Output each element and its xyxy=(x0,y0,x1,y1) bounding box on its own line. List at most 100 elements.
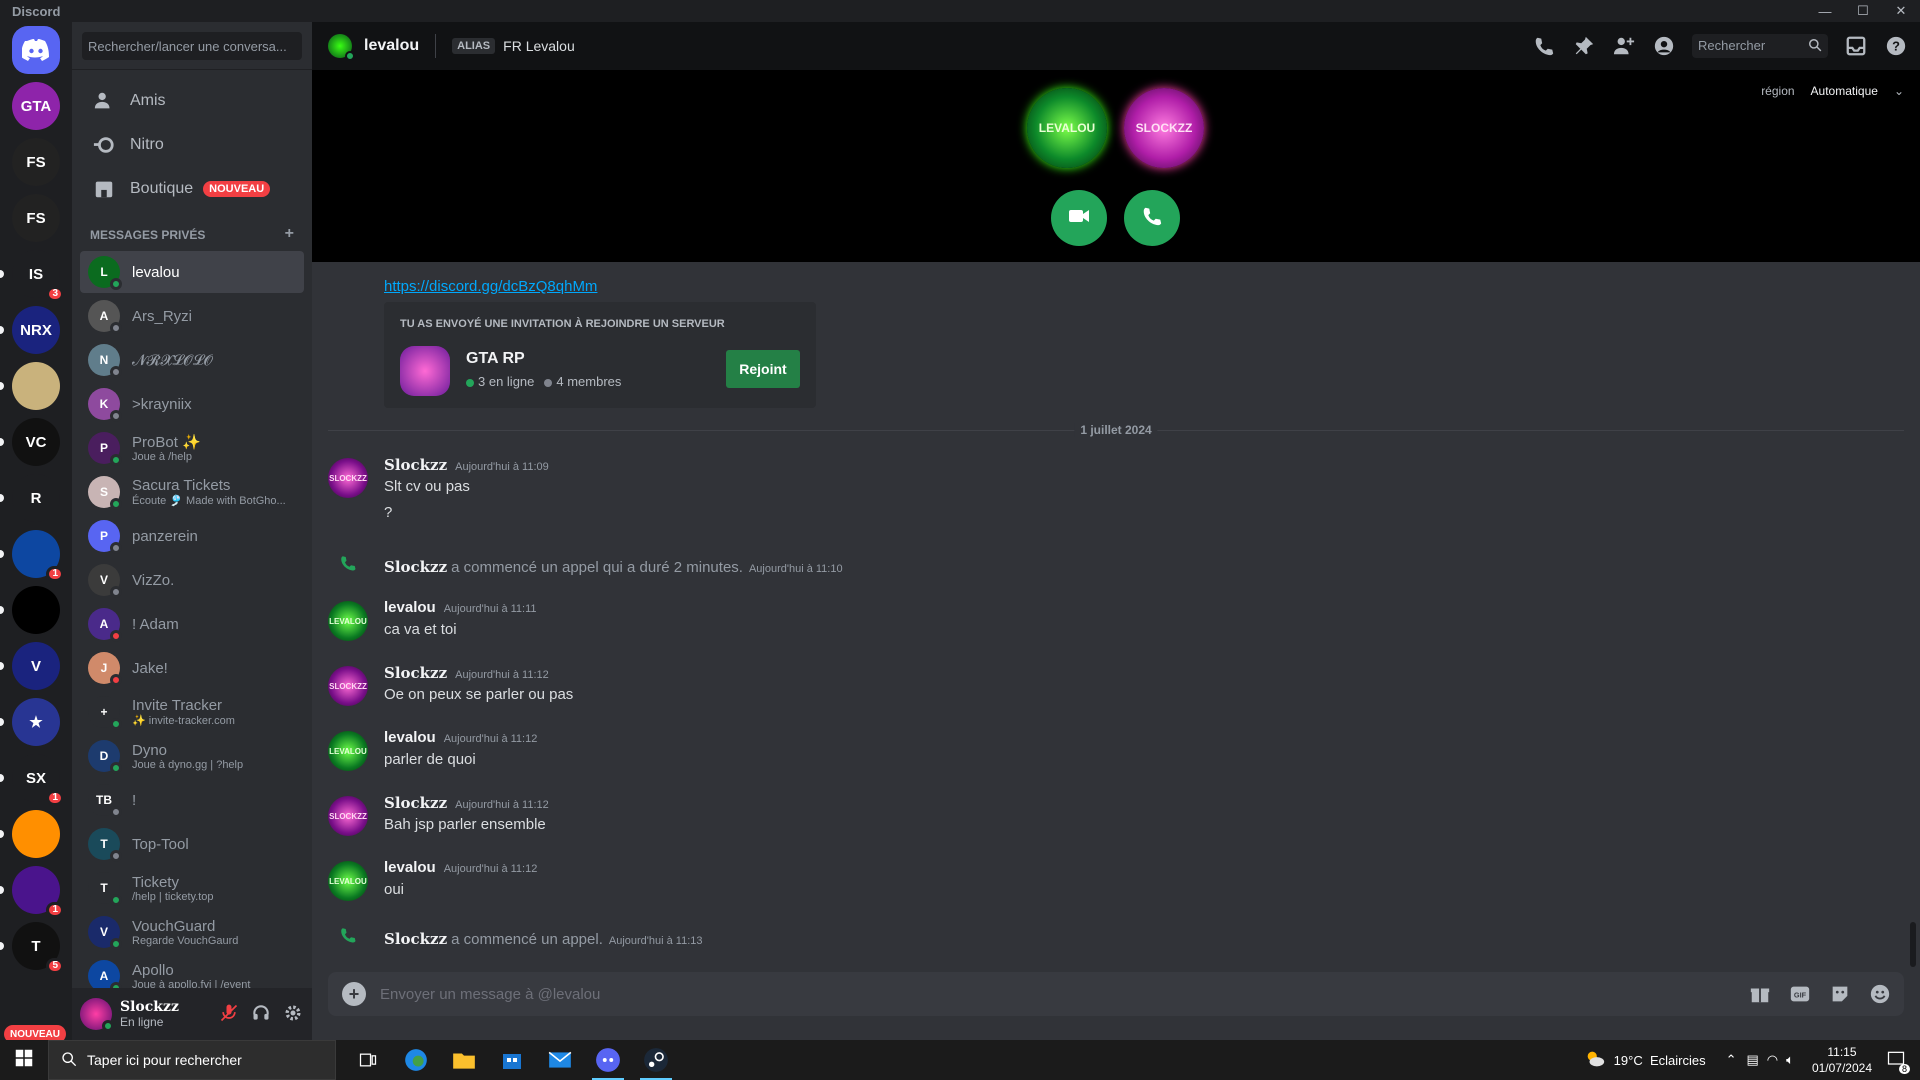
volume-icon[interactable]: 🔈︎ xyxy=(1786,1052,1794,1068)
steam-icon[interactable] xyxy=(632,1040,680,1080)
server-icon[interactable] xyxy=(12,26,60,74)
video-call-button[interactable] xyxy=(1051,190,1107,246)
author-name[interactable]: Slockzz xyxy=(384,558,447,576)
server-icon[interactable] xyxy=(12,810,60,858)
dm-item[interactable]: K >krayniix xyxy=(80,383,304,425)
server-icon[interactable] xyxy=(12,586,60,634)
author-name[interactable]: levalou xyxy=(384,859,436,876)
dm-item[interactable]: P ProBot ✨ Joue à /help xyxy=(80,427,304,469)
message-composer[interactable]: + Envoyer un message à @levalou GIF xyxy=(328,972,1904,1016)
dm-item[interactable]: T Tickety/help | tickety.top xyxy=(80,867,304,909)
avatar[interactable]: LEVALOU xyxy=(328,861,368,901)
avatar[interactable]: LEVALOU xyxy=(328,731,368,771)
store-icon[interactable] xyxy=(488,1040,536,1080)
server-icon[interactable]: FS xyxy=(12,138,60,186)
avatar[interactable]: SLOCKZZ xyxy=(328,666,368,706)
avatar[interactable] xyxy=(80,998,114,1032)
author-name[interactable]: Slockzz xyxy=(384,456,447,474)
dm-item[interactable]: Ppanzerein xyxy=(80,515,304,557)
dm-item[interactable]: + Invite Tracker ✨ invite-tracker.com xyxy=(80,691,304,733)
dm-item[interactable]: Llevalou xyxy=(80,251,304,293)
file-explorer-icon[interactable] xyxy=(440,1040,488,1080)
joined-button[interactable]: Rejoint xyxy=(726,350,800,388)
sticker-icon[interactable] xyxy=(1828,982,1852,1006)
headset-icon[interactable] xyxy=(250,1002,272,1024)
attach-plus-icon[interactable]: + xyxy=(342,982,366,1006)
weather-icon[interactable] xyxy=(1584,1048,1606,1073)
server-icon[interactable]: T5 xyxy=(12,922,64,974)
server-icon[interactable]: GTA xyxy=(12,82,60,130)
server-icon[interactable]: R xyxy=(12,474,60,522)
wifi-icon[interactable]: ◠ xyxy=(1767,1052,1778,1068)
mute-icon[interactable] xyxy=(218,1002,240,1024)
author-name[interactable]: levalou xyxy=(384,599,436,616)
avatar[interactable]: SLOCKZZ xyxy=(328,458,368,498)
dm-item[interactable]: V VizZo. xyxy=(80,559,304,601)
voice-call-button[interactable] xyxy=(1124,190,1180,246)
server-icon[interactable]: ★ xyxy=(12,698,60,746)
dm-item[interactable]: A Ars_Ryzi xyxy=(80,295,304,337)
add-dm-button[interactable]: + xyxy=(285,226,294,242)
nav-friends[interactable]: Amis xyxy=(80,80,304,122)
avatar[interactable]: LEVALOU xyxy=(328,601,368,641)
minimize-icon[interactable]: — xyxy=(1806,0,1844,22)
notification-icon[interactable]: 8 xyxy=(1886,1049,1910,1074)
pin-icon[interactable] xyxy=(1572,34,1596,58)
dm-item[interactable]: J Jake! xyxy=(80,647,304,689)
task-view-icon[interactable] xyxy=(344,1040,392,1080)
emoji-icon[interactable] xyxy=(1868,982,1892,1006)
scrollbar[interactable] xyxy=(1910,922,1916,967)
close-icon[interactable]: ✕ xyxy=(1882,0,1920,22)
clock[interactable]: 11:15 01/07/2024 xyxy=(1812,1044,1872,1076)
region-label: région xyxy=(1761,84,1795,98)
nav-nitro[interactable]: Nitro xyxy=(80,124,304,166)
server-icon[interactable]: VC xyxy=(12,418,60,466)
inbox-icon[interactable] xyxy=(1844,34,1868,58)
server-icon[interactable]: 1 xyxy=(12,866,64,918)
chevron-up-icon[interactable]: ⌃ xyxy=(1726,1052,1737,1068)
dm-item[interactable]: T Top-Tool xyxy=(80,823,304,865)
server-icon[interactable]: FS xyxy=(12,194,60,242)
avatar[interactable] xyxy=(328,34,355,61)
gift-icon[interactable] xyxy=(1748,982,1772,1006)
nav-shop[interactable]: Boutique NOUVEAU xyxy=(80,168,304,210)
taskbar-search[interactable]: Taper ici pour rechercher xyxy=(48,1040,336,1080)
server-icon[interactable]: IS 3 xyxy=(12,250,64,302)
phone-call-icon[interactable] xyxy=(1532,34,1556,58)
edge-icon[interactable] xyxy=(392,1040,440,1080)
dm-item[interactable]: TB! xyxy=(80,779,304,821)
discord-taskbar-icon[interactable] xyxy=(584,1040,632,1080)
invite-link[interactable]: https://discord.gg/dcBzQ8qhMm xyxy=(384,278,597,295)
start-button[interactable] xyxy=(0,1040,48,1080)
dm-item[interactable]: V VouchGuard Regarde VouchGaurd xyxy=(80,911,304,953)
call-avatar-levalou[interactable]: LEVALOU xyxy=(1027,88,1107,168)
search-input[interactable]: Rechercher xyxy=(1692,34,1828,58)
call-avatar-slockzz[interactable]: SLOCKZZ xyxy=(1124,88,1204,168)
server-icon[interactable]: V xyxy=(12,642,60,690)
server-icon[interactable]: NRX xyxy=(12,306,60,354)
dm-item[interactable]: D Dyno Joue à dyno.gg | ?help xyxy=(80,735,304,777)
maximize-icon[interactable]: ☐ xyxy=(1844,0,1882,22)
avatar[interactable]: SLOCKZZ xyxy=(328,796,368,836)
author-name[interactable]: Slockzz xyxy=(384,664,447,682)
conversation-search[interactable]: Rechercher/lancer une conversa... xyxy=(82,32,302,60)
dm-item[interactable]: A ! Adam xyxy=(80,603,304,645)
server-icon[interactable]: SX 1 xyxy=(12,754,64,806)
dm-item[interactable]: S Sacura Tickets Écoute 🎐 Made with BotGho… xyxy=(80,471,304,513)
help-icon[interactable]: ? xyxy=(1884,34,1908,58)
new-badge[interactable]: NOUVEAU xyxy=(4,1025,66,1040)
server-icon[interactable]: 1 xyxy=(12,530,64,582)
gif-icon[interactable]: GIF xyxy=(1788,982,1812,1006)
settings-gear-icon[interactable] xyxy=(282,1002,304,1024)
author-name[interactable]: levalou xyxy=(384,729,436,746)
dm-item[interactable]: N 𝓝𝓡𝓧𝓛𝓞𝓛𝓞 xyxy=(80,339,304,381)
author-name[interactable]: Slockzz xyxy=(384,930,447,948)
region-selector[interactable]: région Automatique ⌄ xyxy=(1761,84,1904,98)
mail-icon[interactable] xyxy=(536,1040,584,1080)
server-icon[interactable] xyxy=(12,362,60,410)
weather-text[interactable]: 19°C Eclaircies xyxy=(1614,1053,1706,1068)
author-name[interactable]: Slockzz xyxy=(384,794,447,812)
user-profile-icon[interactable] xyxy=(1652,34,1676,58)
add-friend-icon[interactable] xyxy=(1612,34,1636,58)
network-icon[interactable]: ▤ xyxy=(1746,1052,1758,1068)
